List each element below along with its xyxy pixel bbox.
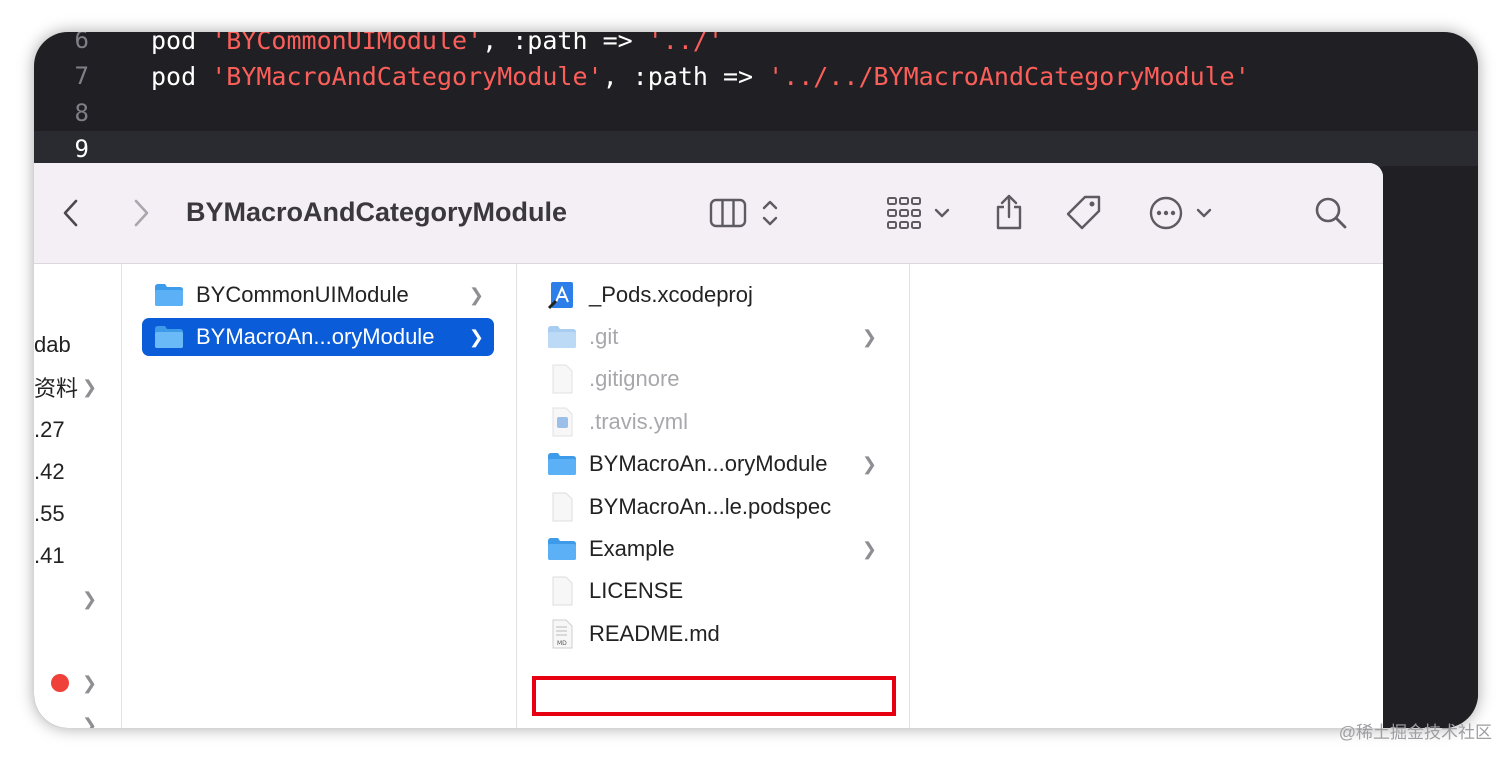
code-string: '../' (647, 32, 723, 55)
column-1: BYCommonUIModule ❯ BYMacroAn...oryModule… (122, 264, 517, 728)
code-line-8: 8 (34, 95, 1478, 131)
code-string: 'BYMacroAndCategoryModule' (211, 61, 603, 91)
watermark: @稀土掘金技术社区 (1338, 723, 1492, 742)
code-string: '../../BYMacroAndCategoryModule' (768, 61, 1250, 91)
svg-text:MD: MD (557, 640, 567, 647)
list-item[interactable]: .27 (34, 411, 65, 449)
folder-icon (547, 325, 577, 349)
list-item[interactable]: BYMacroAn...le.podspec (547, 488, 887, 526)
list-item[interactable]: .travis.yml (547, 403, 887, 441)
column-2: _Pods.xcodeproj .git ❯ .gitignore .travi… (517, 264, 910, 728)
list-item[interactable]: dab (34, 326, 71, 364)
line-number: 8 (74, 99, 89, 127)
chevron-right-icon: ❯ (82, 588, 98, 609)
xcodeproj-icon (547, 280, 577, 310)
folder-icon (547, 452, 577, 476)
red-tag-icon (51, 674, 69, 692)
group-icon[interactable] (884, 193, 924, 233)
share-icon[interactable] (992, 191, 1026, 233)
folder-icon (154, 283, 184, 307)
list-item[interactable]: MD README.md (547, 615, 887, 653)
document-icon (547, 492, 577, 522)
chevron-right-icon: ❯ (861, 538, 877, 559)
line-number: 6 (74, 32, 89, 54)
editor-background (1383, 166, 1478, 728)
list-item[interactable]: 资料 ❯ (34, 368, 97, 406)
markdown-file-icon: MD (547, 619, 577, 649)
screenshot-frame: 6 pod 'BYCommonUIModule', :path => '../'… (34, 32, 1478, 728)
chevron-right-icon: ❯ (861, 326, 877, 347)
finder-toolbar: BYMacroAndCategoryModule (34, 163, 1383, 264)
list-item[interactable]: .42 (34, 453, 65, 491)
code-line-9: 9 (34, 131, 1478, 167)
chevron-right-icon: ❯ (861, 453, 877, 474)
chevron-right-icon: ❯ (468, 326, 484, 347)
code-keyword: pod (151, 61, 212, 91)
code-text: , :path => (602, 61, 769, 91)
column-browser: dab 资料 ❯ .27 .42 .55 .41 ❯ ❯ ❯ BYCommonUI… (34, 264, 1383, 728)
code-editor[interactable]: 6 pod 'BYCommonUIModule', :path => '../'… (34, 32, 1478, 172)
folder-icon (154, 325, 184, 349)
list-item[interactable]: BYMacroAn...oryModule ❯ (547, 445, 887, 483)
annotation-highlight-box (532, 676, 896, 716)
tag-icon[interactable] (1064, 193, 1104, 233)
list-item[interactable]: Example ❯ (547, 530, 887, 568)
list-item[interactable]: .55 (34, 495, 65, 533)
list-item[interactable]: BYCommonUIModule ❯ (142, 276, 494, 314)
forward-icon[interactable] (126, 193, 156, 233)
sidebar-column: dab 资料 ❯ .27 .42 .55 .41 ❯ ❯ ❯ (34, 264, 122, 728)
code-text: , :path => (482, 32, 648, 55)
column-3 (910, 264, 1383, 728)
list-item[interactable]: _Pods.xcodeproj (547, 276, 887, 314)
document-icon (547, 576, 577, 606)
finder-window: BYMacroAndCategoryModule dab 资料 ❯ .27 .4… (34, 163, 1383, 728)
line-number: 7 (74, 62, 89, 90)
back-icon[interactable] (56, 193, 86, 233)
chevron-right-icon: ❯ (82, 672, 98, 693)
list-item[interactable]: LICENSE (547, 572, 887, 610)
folder-icon (547, 537, 577, 561)
line-number: 9 (74, 135, 89, 163)
chevron-right-icon: ❯ (82, 376, 98, 397)
document-icon (547, 364, 577, 394)
code-line-7: 7 pod 'BYMacroAndCategoryModule', :path … (34, 58, 1478, 94)
more-icon[interactable] (1147, 194, 1185, 232)
code-string: 'BYCommonUIModule' (211, 32, 483, 55)
sort-icon[interactable] (758, 195, 782, 231)
chevron-down-icon[interactable] (1194, 203, 1214, 223)
yml-file-icon (547, 407, 577, 437)
list-item[interactable]: .41 (34, 537, 65, 575)
code-keyword: pod (151, 32, 212, 55)
list-item-selected[interactable]: BYMacroAn...oryModule ❯ (142, 318, 494, 356)
list-item[interactable]: .git ❯ (547, 318, 887, 356)
column-view-icon[interactable] (708, 197, 748, 229)
search-icon[interactable] (1312, 194, 1350, 232)
chevron-right-icon: ❯ (82, 714, 98, 729)
window-title: BYMacroAndCategoryModule (186, 197, 568, 227)
chevron-down-icon[interactable] (932, 203, 952, 223)
list-item[interactable]: .gitignore (547, 360, 887, 398)
code-line-6: 6 pod 'BYCommonUIModule', :path => '../' (34, 32, 1478, 58)
chevron-right-icon: ❯ (468, 284, 484, 305)
